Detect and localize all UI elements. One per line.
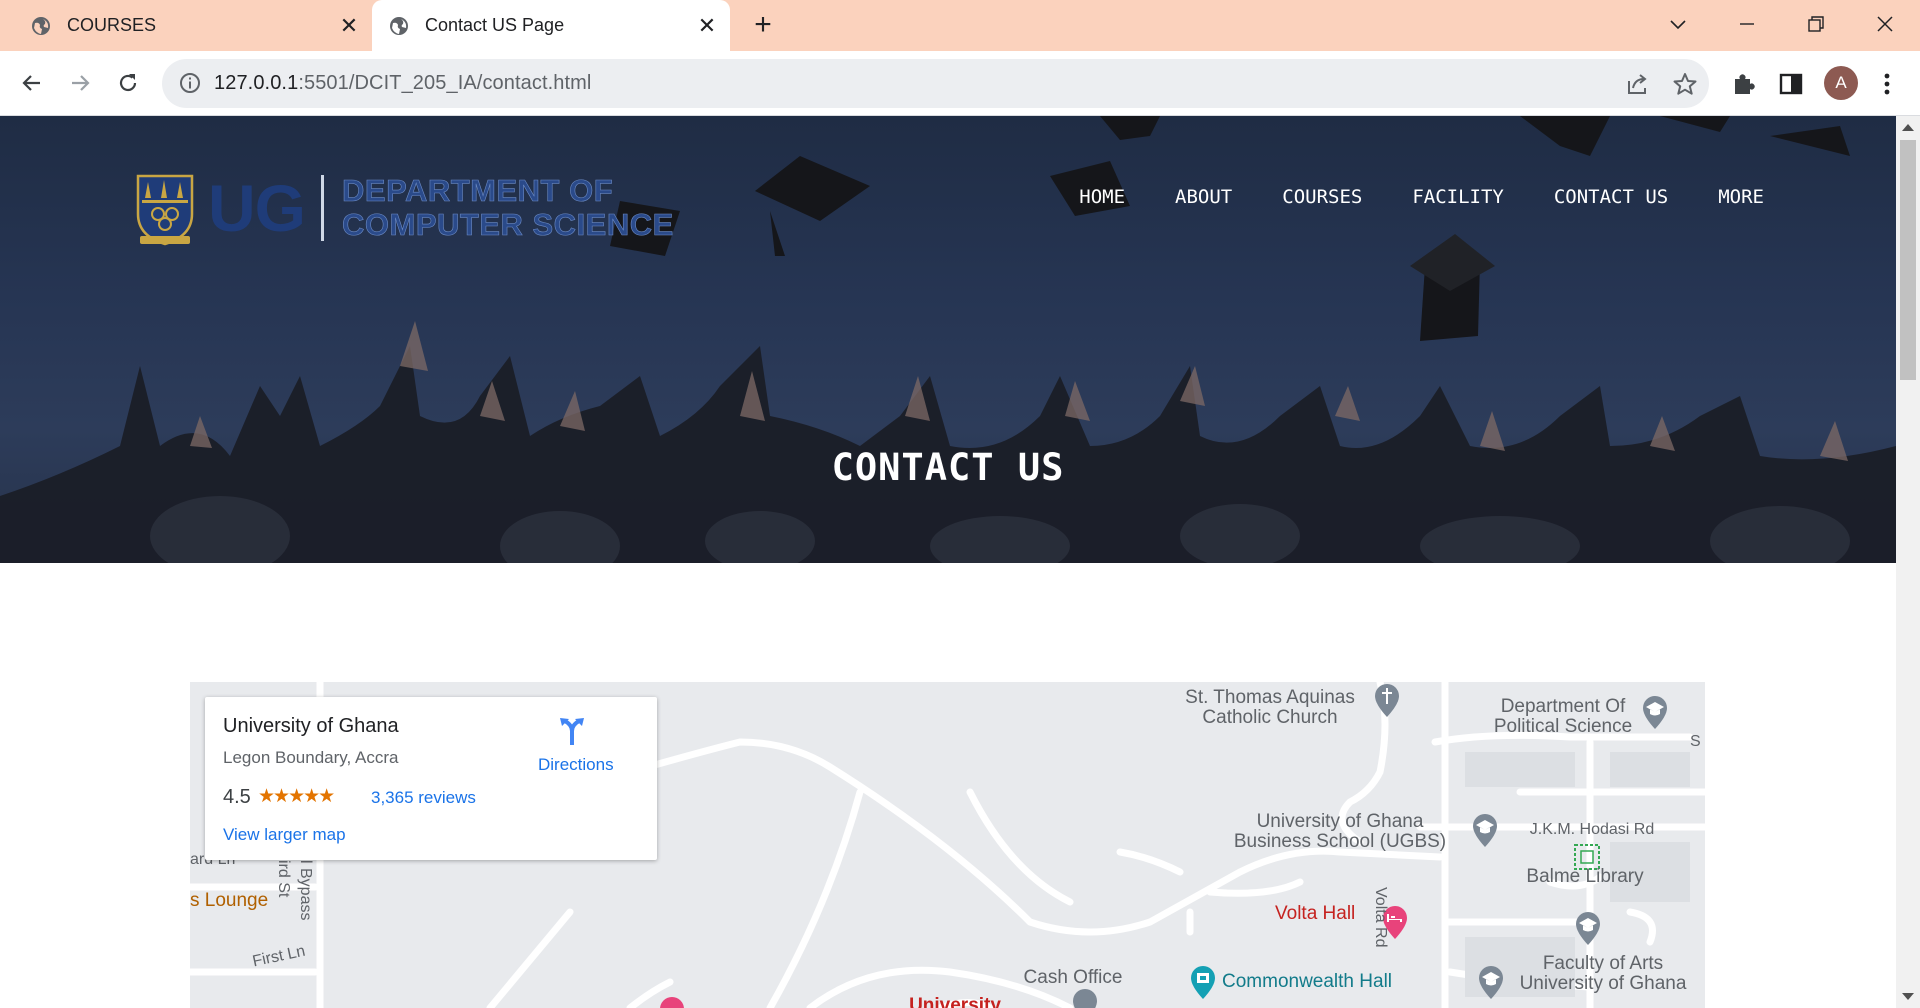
page-title: CONTACT US	[831, 446, 1065, 489]
scroll-up-icon[interactable]	[1902, 124, 1914, 131]
nav-courses[interactable]: COURSES	[1282, 186, 1362, 208]
ug-crest-icon	[136, 174, 194, 246]
menu-kebab-icon[interactable]	[1873, 70, 1901, 98]
close-window-icon[interactable]	[1863, 4, 1907, 44]
google-map-embed[interactable]: St. Thomas Aquinas Catholic Church Depar…	[190, 682, 1705, 1008]
map-label-volta-rd: Volta Rd	[1372, 887, 1389, 948]
nav-home[interactable]: HOME	[1079, 186, 1125, 208]
map-label-bypass: l Bypass	[297, 860, 314, 921]
map-label-church[interactable]: St. Thomas Aquinas Catholic Church	[1160, 688, 1380, 728]
profile-avatar[interactable]: A	[1824, 66, 1858, 100]
map-label-university[interactable]: University	[890, 996, 1020, 1008]
directions-icon[interactable]	[557, 715, 587, 745]
url-text: 127.0.0.1:5501/DCIT_205_IA/contact.html	[214, 72, 591, 95]
map-label-third-st: ird St	[275, 860, 292, 898]
logo-ug-text: UG	[208, 171, 306, 245]
hero-banner: UG DEPARTMENT OF COMPUTER SCIENCE HOME A…	[0, 116, 1896, 563]
map-label-commonwealth-hall[interactable]: Commonwealth Hall	[1222, 972, 1422, 992]
school-pin-icon[interactable]	[1573, 910, 1603, 946]
tab-contact-us[interactable]: Contact US Page ✕	[372, 0, 730, 51]
place-info-card: University of Ghana Legon Boundary, Accr…	[205, 697, 657, 860]
map-label-s: S	[1690, 733, 1701, 750]
rating-stars: ★★★★★	[258, 786, 335, 807]
nav-about[interactable]: ABOUT	[1175, 186, 1232, 208]
tab-strip: COURSES ✕ Contact US Page ✕ +	[0, 0, 1920, 51]
nav-facility[interactable]: FACILITY	[1412, 186, 1504, 208]
reload-icon[interactable]	[109, 64, 147, 102]
forward-arrow-icon[interactable]	[61, 64, 99, 102]
page-viewport: UG DEPARTMENT OF COMPUTER SCIENCE HOME A…	[0, 116, 1896, 1008]
minimize-icon[interactable]	[1725, 4, 1769, 44]
main-nav: HOME ABOUT COURSES FACILITY CONTACT US M…	[1029, 186, 1764, 208]
dept-line-1: DEPARTMENT OF	[342, 173, 614, 208]
url-host: 127.0.0.1	[214, 72, 299, 94]
close-icon[interactable]: ✕	[336, 13, 362, 39]
school-pin-icon[interactable]	[1470, 812, 1500, 848]
scroll-down-icon[interactable]	[1902, 993, 1914, 1000]
map-label-faculty-of-arts[interactable]: Faculty of Arts University of Ghana	[1508, 954, 1698, 994]
info-icon[interactable]	[178, 71, 202, 95]
page-scrollbar[interactable]	[1896, 116, 1920, 1008]
map-label-balme-library[interactable]: Balme Library	[1510, 867, 1660, 887]
address-bar[interactable]: 127.0.0.1:5501/DCIT_205_IA/contact.html	[162, 59, 1709, 108]
map-label-cash-office[interactable]: Cash Office	[1008, 968, 1138, 988]
map-label-volta-hall[interactable]: Volta Hall	[1275, 904, 1385, 924]
share-icon[interactable]	[1625, 71, 1651, 97]
new-tab-button[interactable]: +	[746, 8, 780, 42]
back-arrow-icon[interactable]	[13, 64, 51, 102]
place-address: Legon Boundary, Accra	[223, 748, 399, 767]
map-label-hodasi-rd: J.K.M. Hodasi Rd	[1529, 821, 1655, 838]
tab-title: COURSES	[67, 15, 157, 35]
bookmark-star-icon[interactable]	[1672, 71, 1698, 97]
browser-toolbar: 127.0.0.1:5501/DCIT_205_IA/contact.html	[0, 51, 1920, 116]
place-pin-icon[interactable]	[657, 994, 687, 1008]
place-rating: 4.5	[223, 786, 251, 808]
globe-icon	[32, 16, 50, 35]
tab-search-chevron-icon[interactable]	[1656, 4, 1700, 44]
reviews-link[interactable]: 3,365 reviews	[371, 788, 476, 808]
place-name: University of Ghana	[223, 715, 399, 737]
nav-contact-us[interactable]: CONTACT US	[1554, 186, 1668, 208]
place-pin-icon[interactable]	[1070, 987, 1100, 1008]
extensions-puzzle-icon[interactable]	[1730, 70, 1758, 98]
hostel-pin-icon[interactable]	[1188, 964, 1218, 1000]
map-label-ugbs[interactable]: University of Ghana Business School (UGB…	[1210, 812, 1470, 852]
site-logo[interactable]: UG DEPARTMENT OF COMPUTER SCIENCE	[134, 168, 674, 248]
side-panel-icon[interactable]	[1777, 70, 1805, 98]
nav-more[interactable]: MORE	[1718, 186, 1764, 208]
restore-icon[interactable]	[1794, 4, 1838, 44]
url-path: :5501/DCIT_205_IA/contact.html	[298, 72, 592, 94]
logo-department-text: DEPARTMENT OF COMPUTER SCIENCE	[342, 173, 674, 242]
tab-title: Contact US Page	[425, 15, 565, 35]
tab-courses[interactable]: COURSES ✕	[14, 0, 372, 51]
map-label-political-science[interactable]: Department Of Political Science	[1468, 697, 1658, 737]
dept-line-2: COMPUTER SCIENCE	[342, 207, 674, 242]
scrollbar-thumb[interactable]	[1900, 140, 1916, 380]
close-icon[interactable]: ✕	[694, 13, 720, 39]
view-larger-map-link[interactable]: View larger map	[223, 825, 346, 845]
logo-divider	[321, 175, 324, 241]
directions-link[interactable]: Directions	[538, 755, 614, 775]
globe-icon	[390, 16, 408, 35]
school-pin-icon[interactable]	[1476, 964, 1506, 1000]
